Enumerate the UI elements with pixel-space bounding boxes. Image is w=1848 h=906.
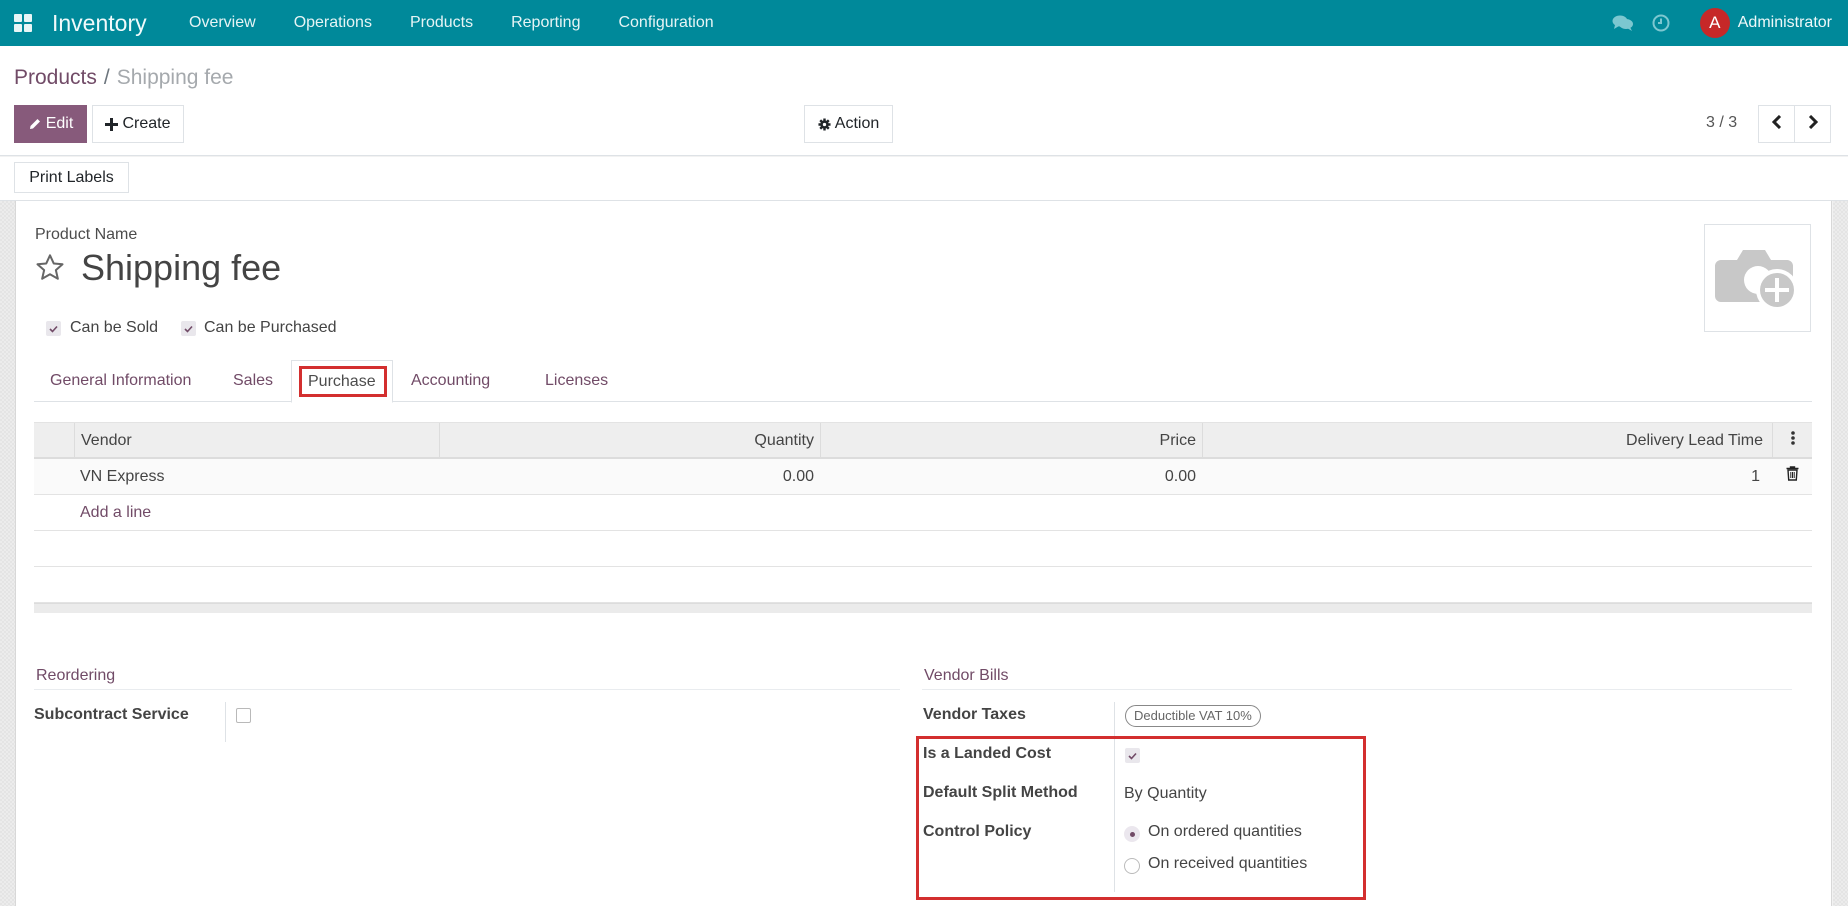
cell-delivery-lead-time[interactable]: 1 [1202, 459, 1806, 494]
tab-licenses[interactable]: Licenses [529, 360, 624, 402]
control-policy-ordered-radio[interactable] [1124, 826, 1140, 842]
gear-icon [818, 117, 831, 131]
control-policy-ordered-label[interactable]: On ordered quantities [1148, 823, 1302, 841]
app-name[interactable]: Inventory [52, 10, 147, 37]
landed-cost-label: Is a Landed Cost [923, 745, 1052, 762]
action-button[interactable]: Action [804, 105, 893, 143]
create-label: Create [122, 115, 171, 132]
menu-item-operations[interactable]: Operations [275, 0, 391, 46]
split-method-value[interactable]: By Quantity [1124, 785, 1207, 803]
table-header: Vendor Quantity Price Delivery Lead Time [34, 422, 1812, 459]
subcontract-service-label: Subcontract Service [34, 706, 189, 723]
top-navbar: Inventory Overview Operations Products R… [0, 0, 1848, 46]
sheet-background-right [1833, 201, 1848, 906]
user-avatar[interactable]: A [1699, 8, 1730, 38]
delete-row-button[interactable] [1772, 459, 1812, 494]
empty-row [34, 567, 1812, 603]
landed-cost-checkbox[interactable] [1125, 748, 1140, 763]
optional-columns-toggle[interactable] [1772, 423, 1812, 458]
edit-label: Edit [45, 115, 74, 132]
kebab-menu-icon [1790, 431, 1795, 449]
control-panel: Products / Shipping fee Edit Create Action… [0, 46, 1848, 156]
pencil-icon [28, 117, 42, 131]
table-footer [34, 603, 1812, 613]
pager-previous-button[interactable] [1758, 105, 1795, 143]
menu-item-reporting[interactable]: Reporting [492, 0, 599, 46]
control-policy-received-label[interactable]: On received quantities [1148, 855, 1307, 873]
product-name[interactable]: Shipping fee [81, 247, 281, 289]
camera-add-icon [1714, 238, 1801, 319]
cell-quantity[interactable]: 0.00 [439, 459, 820, 494]
table-row[interactable]: VN Express 0.00 0.00 1 [34, 459, 1812, 495]
action-label: Action [834, 115, 880, 132]
pager-value: 3 / 3 [1706, 114, 1738, 131]
can-be-sold-checkbox[interactable] [46, 321, 61, 336]
cell-vendor[interactable]: VN Express [74, 459, 439, 494]
tab-purchase[interactable]: Purchase [291, 360, 393, 403]
tab-accounting[interactable]: Accounting [395, 360, 506, 402]
edit-button[interactable]: Edit [14, 105, 87, 143]
chevron-left-icon [1771, 114, 1782, 134]
subcontract-service-checkbox[interactable] [236, 708, 251, 723]
vendor-tax-tag[interactable]: Deductible VAT 10% [1125, 705, 1261, 727]
notebook-tabs: General Information Sales Purchase Accou… [34, 360, 1812, 403]
split-method-label: Default Split Method [923, 784, 1078, 801]
empty-row [34, 531, 1812, 567]
reordering-group-title: Reordering [36, 667, 116, 684]
systray: A Administrator [1612, 0, 1848, 46]
plus-icon [105, 117, 119, 131]
form-statusbar: Print Labels [0, 157, 1848, 201]
column-header-price[interactable]: Price [820, 423, 1202, 458]
sheet-background-left [0, 201, 15, 906]
group-divider [922, 689, 1792, 690]
chevron-right-icon [1808, 114, 1818, 134]
column-header-quantity[interactable]: Quantity [439, 423, 820, 458]
vendor-bills-group-title: Vendor Bills [924, 667, 1009, 684]
control-policy-received-radio[interactable] [1124, 858, 1140, 874]
control-policy-label: Control Policy [923, 823, 1032, 840]
apps-menu-icon[interactable] [14, 14, 32, 32]
menu-item-overview[interactable]: Overview [170, 0, 275, 46]
tab-general-information[interactable]: General Information [34, 360, 207, 402]
breadcrumb-separator: / [103, 66, 110, 89]
can-be-purchased-checkbox[interactable] [181, 321, 196, 336]
trash-icon [1786, 466, 1799, 485]
breadcrumb-current: Shipping fee [116, 66, 234, 89]
tab-sales[interactable]: Sales [217, 360, 289, 402]
user-name[interactable]: Administrator [1738, 14, 1832, 32]
chat-icon[interactable] [1612, 14, 1634, 32]
menu-item-products[interactable]: Products [391, 0, 492, 46]
pager-next-button[interactable] [1794, 105, 1831, 143]
product-image-upload[interactable] [1704, 224, 1811, 332]
breadcrumb: Products / Shipping fee [14, 66, 233, 90]
column-header-vendor[interactable]: Vendor [74, 423, 439, 458]
add-a-line-link[interactable]: Add a line [74, 495, 374, 530]
group-divider [34, 689, 900, 690]
cell-price[interactable]: 0.00 [820, 459, 1202, 494]
activity-clock-icon[interactable] [1652, 14, 1670, 32]
product-name-label: Product Name [35, 226, 138, 243]
menu-item-configuration[interactable]: Configuration [599, 0, 732, 46]
can-be-purchased-label: Can be Purchased [204, 319, 337, 336]
create-button[interactable]: Create [92, 105, 184, 143]
vendor-taxes-label: Vendor Taxes [923, 706, 1026, 723]
field-separator [1114, 702, 1115, 892]
print-labels-button[interactable]: Print Labels [14, 162, 129, 193]
main-menu: Overview Operations Products Reporting C… [170, 0, 733, 46]
column-header-delivery-lead-time[interactable]: Delivery Lead Time [1202, 423, 1809, 458]
can-be-sold-label: Can be Sold [70, 319, 159, 336]
favorite-star-icon[interactable] [34, 252, 66, 289]
add-line-row: Add a line [34, 495, 1812, 531]
breadcrumb-products[interactable]: Products [14, 66, 97, 89]
field-separator [225, 702, 226, 742]
